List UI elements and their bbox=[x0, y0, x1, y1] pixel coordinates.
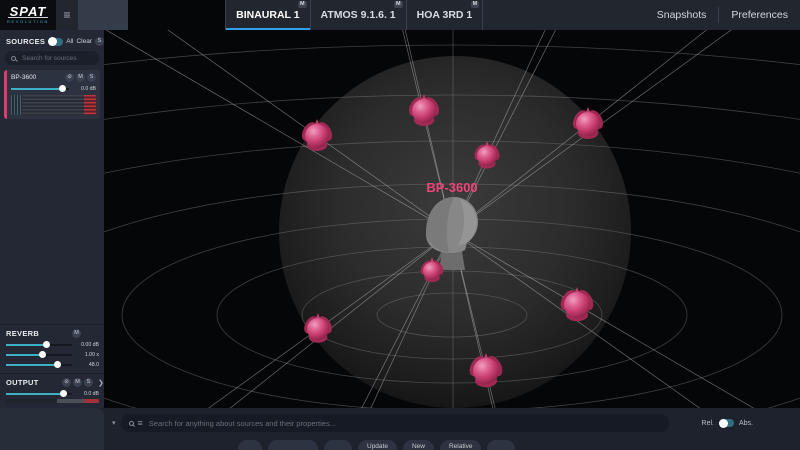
select-all-button[interactable]: All bbox=[66, 38, 73, 45]
output-gain-value: 0.0 dB bbox=[75, 391, 99, 397]
preferences-button[interactable]: Preferences bbox=[719, 0, 800, 30]
master-badge: M bbox=[471, 1, 480, 8]
tab-binaural-1[interactable]: BINAURAL 1 M bbox=[225, 0, 309, 30]
search-scope-dropdown-icon[interactable]: ▾ bbox=[112, 419, 116, 427]
global-search-field[interactable]: ≡ bbox=[121, 414, 669, 432]
source-ball bbox=[576, 112, 600, 136]
toggle-knob bbox=[48, 37, 57, 46]
solo-button[interactable]: S bbox=[87, 73, 96, 82]
bottom-bar-content: ▾ ≡ Rel. Abs. Update New Relative bbox=[104, 408, 800, 450]
hamburger-menu-icon[interactable]: ≡ bbox=[56, 0, 78, 30]
bottom-action-button[interactable] bbox=[268, 440, 318, 450]
bottom-action-button[interactable] bbox=[487, 440, 515, 450]
app-logo: SPAT REVOLUTION bbox=[0, 0, 56, 30]
master-badge: M bbox=[394, 1, 403, 8]
output-mute-button[interactable]: M bbox=[73, 378, 82, 387]
sidebar-footer-panel bbox=[0, 408, 104, 450]
tab-hoa-1[interactable]: HOA 3RD 1 M bbox=[406, 0, 484, 30]
output-gain-slider[interactable] bbox=[6, 390, 72, 397]
relative-button[interactable]: Relative bbox=[440, 440, 481, 450]
reverb-title: REVERB bbox=[6, 329, 39, 338]
sources-header: SOURCES All Clear S bbox=[0, 30, 104, 51]
tab-atmos-1-label: ATMOS 9.1.6. 1 bbox=[321, 9, 396, 21]
meter-scale-ticks bbox=[11, 95, 22, 115]
top-bar: SPAT REVOLUTION ≡ Home Setup Items BINAU… bbox=[0, 0, 800, 30]
update-button[interactable]: Update bbox=[358, 440, 397, 450]
sources-sidebar: SOURCES All Clear S BP-3600 ⊘ M S 0.0 dB bbox=[0, 30, 104, 408]
rel-abs-toggle[interactable] bbox=[719, 419, 734, 427]
bottom-action-button[interactable] bbox=[238, 440, 262, 450]
toggle-knob bbox=[719, 419, 728, 428]
bottom-action-row: Update New Relative bbox=[238, 440, 515, 450]
new-button[interactable]: New bbox=[403, 440, 434, 450]
source-label: BP-3600 bbox=[426, 180, 477, 195]
master-badge: M bbox=[298, 1, 307, 8]
sources-search-field[interactable] bbox=[5, 51, 99, 65]
source-name: BP-3600 bbox=[11, 74, 63, 81]
spatial-3d-viewport[interactable]: BP-3600 bbox=[104, 30, 800, 408]
sources-toggle[interactable] bbox=[48, 38, 63, 46]
mute-button[interactable]: M bbox=[76, 73, 85, 82]
output-level-meter bbox=[6, 399, 99, 403]
bottom-bar: ▾ ≡ Rel. Abs. Update New Relative bbox=[0, 408, 800, 450]
reverb-mute-button[interactable]: M bbox=[72, 329, 81, 338]
reverb-size-value: 48.0 bbox=[75, 362, 99, 368]
source-ball bbox=[307, 318, 329, 340]
tab-atmos-1[interactable]: ATMOS 9.1.6. 1 M bbox=[310, 0, 406, 30]
reverb-size-slider[interactable] bbox=[6, 361, 72, 368]
sources-search-input[interactable] bbox=[20, 54, 93, 63]
source-level-meter bbox=[11, 95, 96, 115]
bottom-action-button[interactable] bbox=[324, 440, 352, 450]
reverb-time-value: 1.00 x bbox=[75, 352, 99, 358]
output-title: OUTPUT bbox=[6, 378, 39, 387]
search-icon bbox=[129, 421, 134, 426]
tab-hoa-1-label: HOA 3RD 1 bbox=[417, 9, 473, 21]
source-ball bbox=[423, 262, 441, 280]
scene-canvas[interactable]: BP-3600 bbox=[104, 30, 800, 408]
reverb-time-slider[interactable] bbox=[6, 351, 72, 358]
sidebar-spacer bbox=[0, 119, 104, 324]
source-gain-slider[interactable] bbox=[11, 85, 69, 92]
main-area: SOURCES All Clear S BP-3600 ⊘ M S 0.0 dB bbox=[0, 30, 800, 408]
meter-bars bbox=[22, 95, 84, 115]
clear-selection-button[interactable]: Clear bbox=[76, 38, 92, 45]
output-phase-button[interactable]: ⊘ bbox=[62, 378, 71, 387]
source-list-item[interactable]: BP-3600 ⊘ M S 0.0 dB bbox=[4, 70, 100, 119]
reverb-gain-slider[interactable] bbox=[6, 341, 72, 348]
source-gain-value: 0.0 dB bbox=[72, 86, 96, 92]
search-icon bbox=[11, 56, 16, 61]
logo-subtitle: REVOLUTION bbox=[7, 19, 49, 24]
reverb-panel: REVERB M 0.00 dB 1.00 x 48.0 bbox=[0, 324, 104, 373]
solo-all-button[interactable]: S bbox=[95, 37, 104, 46]
reverb-gain-value: 0.00 dB bbox=[75, 342, 99, 348]
top-bar-spacer bbox=[483, 0, 644, 30]
sources-title: SOURCES bbox=[6, 37, 45, 46]
source-ball bbox=[412, 99, 436, 123]
source-ball bbox=[305, 124, 329, 148]
snapshots-button[interactable]: Snapshots bbox=[645, 0, 719, 30]
meter-red-bars bbox=[84, 95, 96, 115]
output-solo-button[interactable]: S bbox=[84, 378, 93, 387]
absolute-label: Abs. bbox=[739, 420, 753, 427]
filter-list-icon[interactable]: ≡ bbox=[138, 419, 143, 428]
relative-label: Rel. bbox=[702, 420, 714, 427]
source-ball bbox=[473, 358, 499, 384]
logo-title: SPAT bbox=[8, 6, 49, 18]
source-ball bbox=[477, 146, 497, 166]
tab-binaural-1-label: BINAURAL 1 bbox=[236, 9, 299, 21]
output-panel: OUTPUT ⊘ M S 0.0 dB bbox=[0, 373, 104, 408]
panel-expand-icon[interactable]: ❯ bbox=[98, 379, 104, 387]
phase-invert-button[interactable]: ⊘ bbox=[65, 73, 74, 82]
source-ball bbox=[564, 292, 590, 318]
global-search-input[interactable] bbox=[147, 418, 661, 429]
